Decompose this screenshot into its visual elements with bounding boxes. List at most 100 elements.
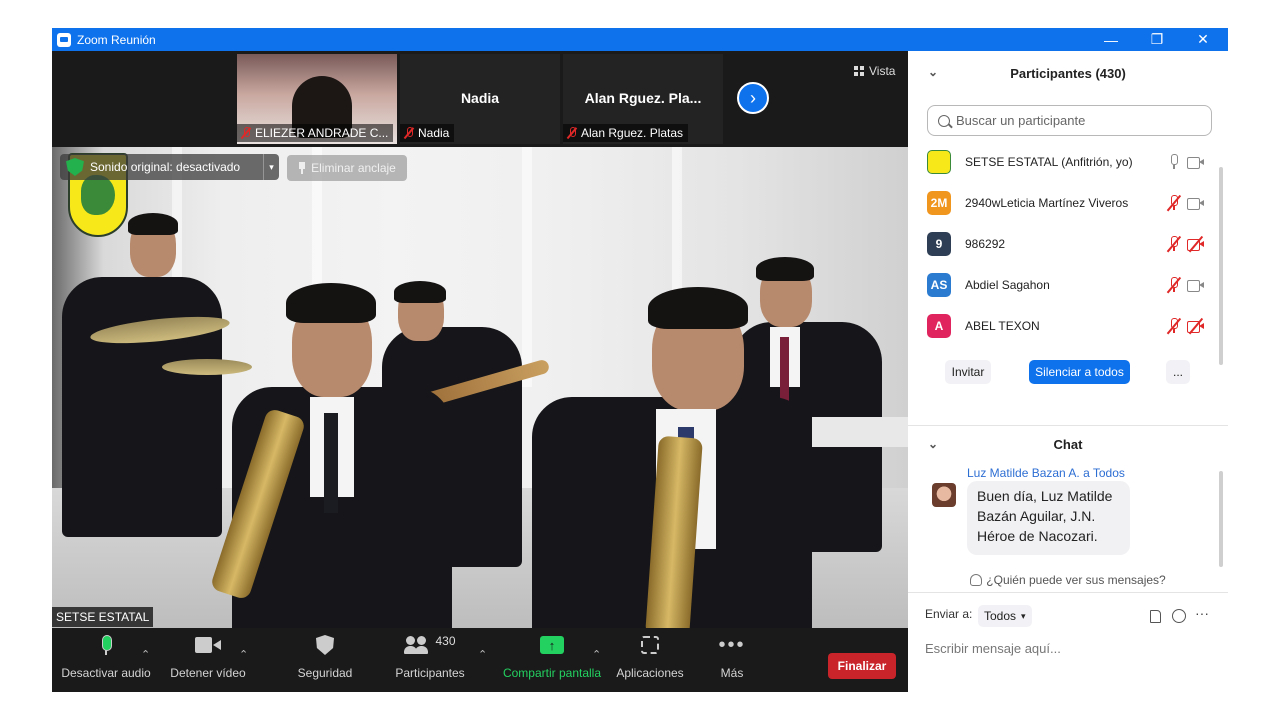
participant-row[interactable]: 9 986292 — [908, 223, 1218, 264]
participant-row[interactable]: A ABEL TEXON — [908, 305, 1218, 346]
chat-title: Chat — [1053, 436, 1083, 452]
search-icon — [938, 114, 950, 127]
mic-muted-icon[interactable] — [1166, 276, 1181, 293]
apps-icon — [641, 636, 659, 654]
microphone-icon[interactable] — [1167, 153, 1181, 170]
title-bar: Zoom Reunión — ❐ ✕ — [52, 28, 1228, 51]
participant-name: ELIEZER ANDRADE C... — [255, 126, 389, 140]
participant-name: 986292 — [965, 236, 1006, 251]
chat-message-bubble: Buen día, Luz Matilde Bazán Aguilar, J.N… — [967, 481, 1130, 555]
security-button[interactable]: Seguridad — [290, 628, 360, 692]
chat-scrollbar[interactable] — [1219, 471, 1223, 567]
video-off-icon[interactable] — [1187, 317, 1205, 335]
participants-scrollbar[interactable] — [1219, 167, 1223, 365]
mute-button[interactable]: Desactivar audio — [61, 628, 151, 692]
participants-count: 430 — [435, 634, 456, 648]
participants-title: Participantes (430) — [1010, 65, 1126, 81]
thumbnail-nadia[interactable]: Nadia Nadia — [400, 54, 560, 144]
musician-hair — [128, 213, 178, 235]
musician-hair — [394, 281, 446, 303]
security-label: Seguridad — [297, 666, 353, 680]
apps-label: Aplicaciones — [616, 666, 684, 680]
unpin-button[interactable]: Eliminar anclaje — [287, 155, 407, 181]
video-camera-icon[interactable] — [1187, 279, 1205, 292]
who-can-see-label: ¿Quién puede ver sus mensajes? — [986, 573, 1166, 587]
chevron-up-icon[interactable]: ⌃ — [478, 648, 487, 661]
video-camera-icon[interactable] — [1187, 197, 1205, 210]
more-options-button[interactable]: ... — [1166, 360, 1190, 384]
microphone-icon — [100, 635, 112, 655]
thumbnail-label: ELIEZER ANDRADE C... — [237, 124, 394, 142]
invite-button[interactable]: Invitar — [945, 360, 991, 384]
share-screen-icon: ↑ — [540, 636, 564, 654]
chat-sender: Luz Matilde Bazan A. a Todos — [967, 466, 1125, 480]
restore-button[interactable]: ❐ — [1134, 28, 1180, 51]
thumbnail-eliezer[interactable]: ELIEZER ANDRADE C... — [237, 54, 397, 144]
minimize-button[interactable]: — — [1088, 28, 1134, 51]
thumbnail-alan[interactable]: Alan Rguez. Pla... Alan Rguez. Platas — [563, 54, 723, 144]
chat-message-input[interactable]: Escribir mensaje aquí... — [925, 641, 1061, 656]
participant-avatar: 9 — [927, 231, 951, 256]
active-speaker-label: SETSE ESTATAL — [52, 607, 154, 627]
file-icon[interactable] — [1150, 610, 1161, 623]
mute-label: Desactivar audio — [61, 666, 151, 680]
mic-muted-icon[interactable] — [1166, 317, 1181, 334]
chat-header: ⌄ Chat — [908, 430, 1228, 458]
stop-video-button[interactable]: Detener vídeo — [168, 628, 248, 692]
cymbal — [162, 359, 252, 375]
musician-hair — [286, 283, 376, 323]
video-off-icon[interactable] — [1187, 235, 1205, 253]
musician-hair — [648, 287, 748, 329]
view-label: Vista — [869, 64, 896, 78]
participant-name: Alan Rguez. Platas — [581, 126, 684, 140]
mic-muted-icon — [241, 127, 251, 139]
mic-muted-icon[interactable] — [1166, 235, 1181, 252]
video-camera-icon[interactable] — [1187, 156, 1205, 169]
chevron-up-icon[interactable]: ⌃ — [592, 648, 601, 661]
more-button[interactable]: ••• Más — [712, 628, 752, 692]
participant-avatar — [927, 149, 951, 174]
person-icon — [970, 574, 983, 586]
participants-button[interactable]: 430 Participantes — [392, 628, 468, 692]
send-to-label: Enviar a: — [925, 607, 973, 621]
chevron-down-icon[interactable]: ▾ — [263, 154, 279, 180]
end-meeting-button[interactable]: Finalizar — [828, 653, 896, 679]
more-dots-icon[interactable]: ··· — [1195, 605, 1209, 621]
chevron-up-icon[interactable]: ⌃ — [239, 648, 248, 661]
participant-row[interactable]: SETSE ESTATAL (Anfitrión, yo) — [908, 141, 1218, 182]
mute-all-button[interactable]: Silenciar a todos — [1029, 360, 1130, 384]
grid-view-icon — [854, 66, 864, 76]
apps-button[interactable]: Aplicaciones — [614, 628, 686, 692]
message-line: Buen día, Luz Matilde — [977, 488, 1113, 504]
next-page-arrow-icon[interactable]: › — [737, 82, 769, 114]
view-button[interactable]: Vista — [848, 61, 901, 81]
pin-icon — [298, 162, 306, 174]
mic-muted-icon — [567, 127, 577, 139]
main-video[interactable]: Sonido original: desactivado ▾ Eliminar … — [52, 147, 908, 628]
emoji-icon[interactable] — [1172, 609, 1186, 623]
who-can-see-link[interactable]: ¿Quién puede ver sus mensajes? — [908, 573, 1228, 587]
recipient-dropdown[interactable]: Todos ▾ — [978, 605, 1032, 627]
more-dots-icon: ••• — [718, 634, 746, 656]
message-line: Héroe de Nacozari. — [977, 528, 1098, 544]
original-sound-toggle[interactable]: Sonido original: desactivado ▾ — [60, 154, 279, 180]
chevron-up-icon[interactable]: ⌃ — [141, 648, 150, 661]
collapse-chevron-icon[interactable]: ⌄ — [928, 65, 938, 79]
close-button[interactable]: ✕ — [1180, 28, 1226, 51]
unpin-label: Eliminar anclaje — [311, 161, 396, 175]
shield-icon — [316, 635, 334, 655]
share-screen-label: Compartir pantalla — [502, 666, 602, 680]
participant-avatar: AS — [927, 272, 951, 297]
share-screen-button[interactable]: ↑ Compartir pantalla — [500, 628, 604, 692]
collapse-chevron-icon[interactable]: ⌄ — [928, 437, 938, 451]
keyboard — [812, 417, 908, 447]
more-label: Más — [720, 666, 744, 680]
chevron-down-icon: ▾ — [1021, 610, 1026, 621]
original-sound-label: Sonido original: desactivado — [90, 160, 241, 174]
mic-muted-icon[interactable] — [1166, 194, 1181, 211]
participant-search-input[interactable]: Buscar un participante — [927, 105, 1212, 136]
participant-row[interactable]: 2M 2940wLeticia Martínez Viveros — [908, 182, 1218, 223]
participant-row[interactable]: AS Abdiel Sagahon — [908, 264, 1218, 305]
zoom-app-icon — [57, 32, 71, 47]
message-line: Bazán Aguilar, J.N. — [977, 508, 1096, 524]
